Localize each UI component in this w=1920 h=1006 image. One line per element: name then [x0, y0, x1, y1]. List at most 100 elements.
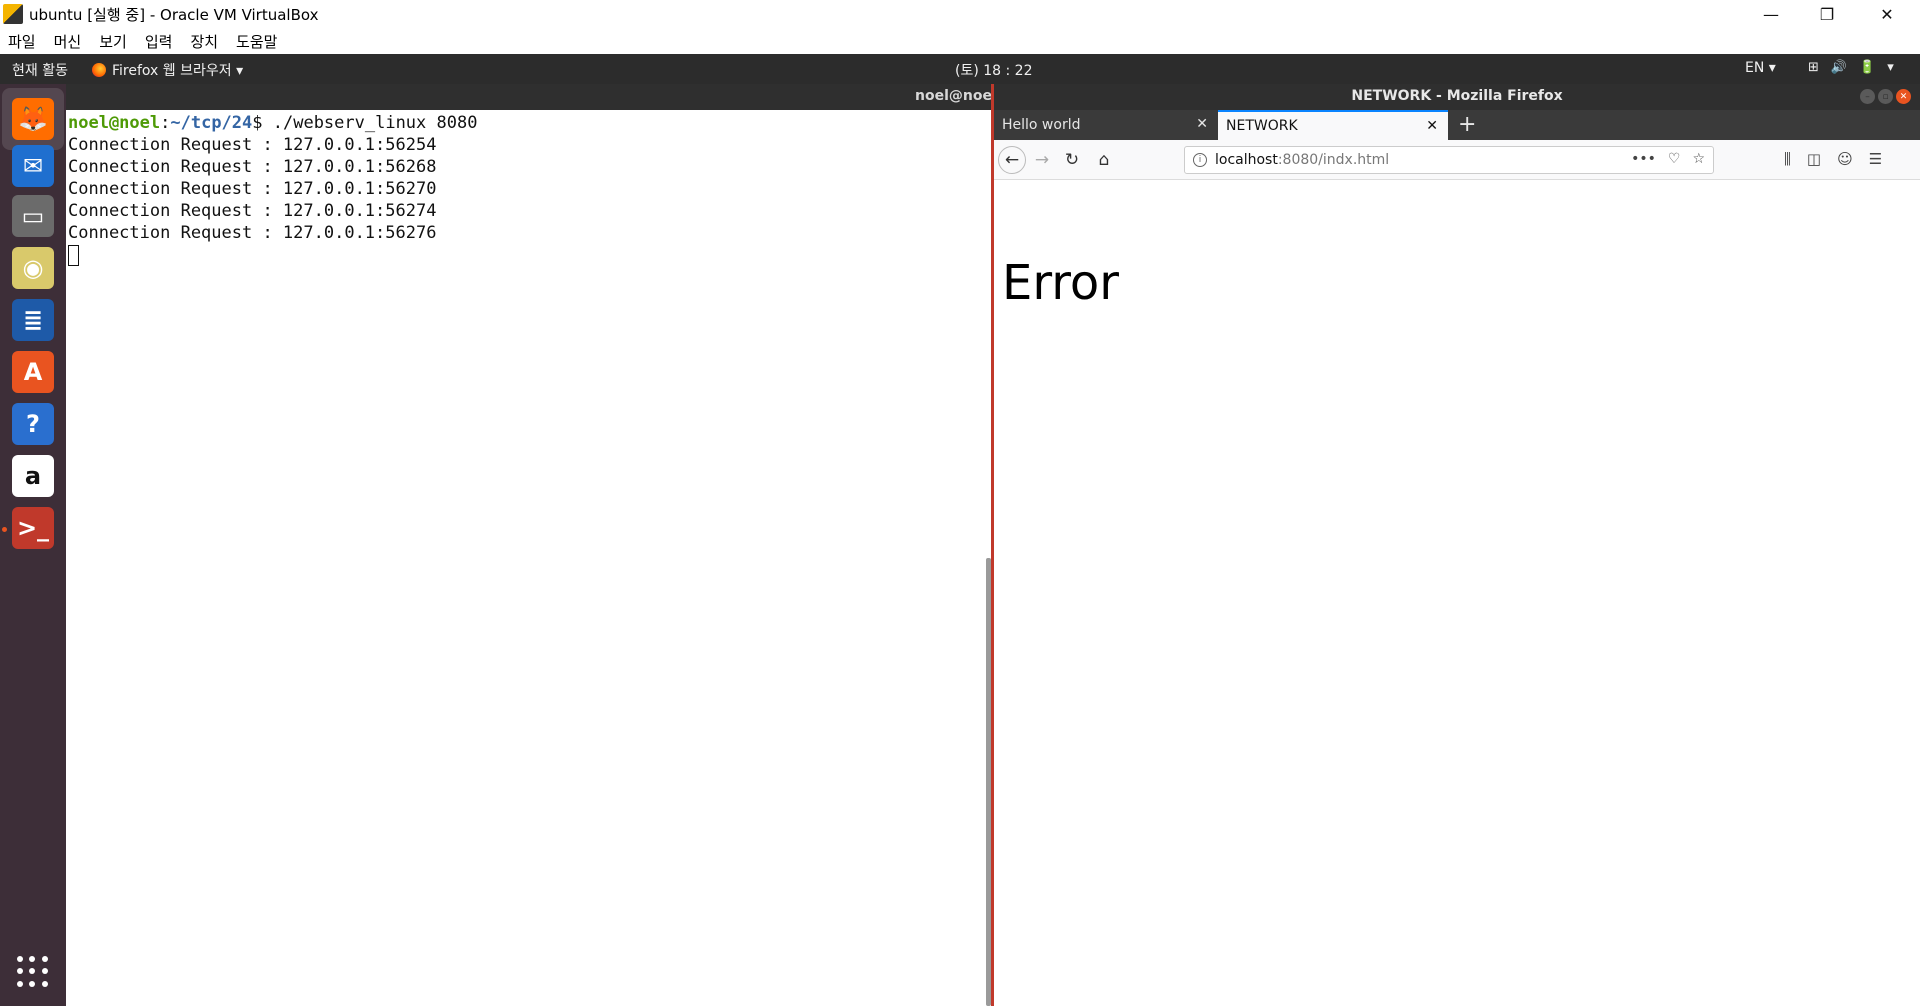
- grid-dot: [41, 980, 48, 987]
- dock-item[interactable]: ✉: [9, 142, 57, 190]
- close-button[interactable]: ✕: [1864, 0, 1910, 28]
- sidebar-icon[interactable]: ◫: [1807, 150, 1821, 168]
- dock-item[interactable]: A: [9, 348, 57, 396]
- url-path: :8080/indx.html: [1277, 152, 1390, 168]
- bookmark-star-icon[interactable]: ☆: [1692, 151, 1705, 167]
- dock-item[interactable]: ▭: [9, 192, 57, 240]
- account-icon[interactable]: ☺: [1837, 150, 1853, 168]
- battery-icon: 🔋: [1859, 60, 1876, 75]
- url-bar[interactable]: i localhost:8080/indx.html ••• ♡ ☆: [1184, 146, 1714, 174]
- dock: 🦊 ✉ ▭ ◉ ≣ A? a >_: [0, 84, 66, 1006]
- grid-dot: [29, 980, 36, 987]
- chevron-down-icon: ▾: [1887, 60, 1894, 75]
- info-icon[interactable]: i: [1193, 153, 1207, 167]
- hamburger-menu-icon[interactable]: ☰: [1869, 150, 1882, 168]
- language-indicator[interactable]: EN ▾: [1745, 60, 1776, 76]
- firefox-minimize-button[interactable]: –: [1860, 89, 1875, 104]
- terminal-titlebar: noel@noe: [66, 84, 992, 110]
- dock-item[interactable]: ?: [9, 400, 57, 448]
- firefox-icon: [92, 63, 106, 77]
- vbox-titlebar: ubuntu [실행 중] - Oracle VM VirtualBox — ❐…: [0, 0, 1920, 28]
- output-line: Connection Request : 127.0.0.1:56274: [68, 201, 437, 221]
- amazon-icon: a: [12, 455, 54, 497]
- volume-icon: 🔊: [1830, 60, 1848, 75]
- firefox-close-button[interactable]: ✕: [1896, 89, 1911, 104]
- url-host: localhost: [1215, 152, 1278, 168]
- prompt-colon: :: [160, 113, 171, 133]
- thunderbird-icon: ✉: [12, 145, 54, 187]
- menu-machine[interactable]: 머신: [54, 31, 82, 52]
- system-tray[interactable]: ⊞ 🔊 🔋 ▾: [1808, 60, 1894, 75]
- terminal-output[interactable]: noel@noel:~/tcp/24$ ./webserv_linux 8080…: [68, 112, 477, 266]
- grid-dot: [29, 956, 36, 962]
- virtualbox-icon: [3, 4, 23, 24]
- dock-item[interactable]: ◉: [9, 244, 57, 292]
- menu-devices[interactable]: 장치: [190, 31, 218, 52]
- dock-item[interactable]: 🦊: [2, 88, 64, 150]
- prompt-user: noel@noel: [68, 113, 161, 133]
- menu-file[interactable]: 파일: [8, 31, 36, 52]
- pocket-icon[interactable]: ♡: [1668, 151, 1681, 167]
- vbox-menubar: 파일 머신 보기 입력 장치 도움말: [0, 28, 1920, 54]
- tab-label: Hello world: [1002, 117, 1081, 133]
- output-line: Connection Request : 127.0.0.1:56276: [68, 223, 437, 243]
- show-applications-button[interactable]: [17, 956, 49, 988]
- reload-button[interactable]: ↻: [1058, 146, 1086, 174]
- grid-dot: [17, 968, 23, 975]
- grid-dot: [17, 980, 23, 987]
- text-cursor: [68, 245, 79, 266]
- help-icon: ?: [12, 403, 54, 445]
- firefox-icon: 🦊: [12, 98, 54, 140]
- grid-dot: [41, 956, 48, 962]
- activities-button[interactable]: 현재 활동: [12, 60, 68, 80]
- window-title: ubuntu [실행 중] - Oracle VM VirtualBox: [29, 5, 319, 24]
- back-button[interactable]: ←: [998, 146, 1026, 174]
- firefox-maximize-button[interactable]: ▫: [1878, 89, 1893, 104]
- page-heading: Error: [1002, 255, 1119, 311]
- minimize-button[interactable]: —: [1748, 0, 1794, 28]
- home-button[interactable]: ⌂: [1090, 146, 1118, 174]
- dock-item[interactable]: ≣: [9, 296, 57, 344]
- restore-button[interactable]: ❐: [1804, 0, 1850, 28]
- tab-strip: Hello world ✕ NETWORK ✕ +: [994, 110, 1920, 140]
- files-icon: ▭: [12, 195, 54, 237]
- grid-dot: [41, 968, 48, 975]
- dock-item[interactable]: a: [9, 452, 57, 500]
- grid-dot: [29, 968, 36, 975]
- network-icon: ⊞: [1808, 60, 1819, 75]
- firefox-titlebar: NETWORK - Mozilla Firefox – ▫ ✕: [994, 84, 1920, 110]
- dock-item[interactable]: >_: [9, 504, 57, 552]
- tab-hello-world[interactable]: Hello world ✕: [994, 110, 1218, 140]
- page-content: Error: [994, 181, 1920, 1006]
- rhythmbox-icon: ◉: [12, 247, 54, 289]
- firefox-window-title: NETWORK - Mozilla Firefox: [1351, 88, 1563, 104]
- page-actions-icon[interactable]: •••: [1631, 151, 1656, 167]
- software-center-icon: A: [12, 351, 54, 393]
- tab-label: NETWORK: [1226, 118, 1298, 134]
- menu-help[interactable]: 도움말: [236, 31, 277, 52]
- navigation-toolbar: ← → ↻ ⌂ i localhost:8080/indx.html ••• ♡…: [994, 140, 1920, 180]
- close-tab-icon[interactable]: ✕: [1196, 116, 1208, 132]
- new-tab-button[interactable]: +: [1458, 112, 1476, 137]
- grid-dot: [17, 956, 23, 962]
- url-actions: ••• ♡ ☆: [1631, 151, 1705, 167]
- tab-network[interactable]: NETWORK ✕: [1218, 110, 1448, 140]
- library-icon[interactable]: ⫼: [1784, 150, 1791, 168]
- forward-button[interactable]: →: [1028, 146, 1056, 174]
- terminal-title: noel@noe: [915, 88, 992, 104]
- terminal-window[interactable]: noel@noe noel@noel:~/tcp/24$ ./webserv_l…: [66, 84, 992, 1006]
- prompt-path: ~/tcp/24: [170, 113, 253, 133]
- terminal-icon: >_: [12, 507, 54, 549]
- prompt-dollar: $: [252, 113, 273, 133]
- ubuntu-topbar: 현재 활동 Firefox 웹 브라우저 ▾ (토) 18 : 22 EN ▾ …: [0, 54, 1920, 84]
- firefox-window: NETWORK - Mozilla Firefox – ▫ ✕ Hello wo…: [994, 84, 1920, 1006]
- output-line: Connection Request : 127.0.0.1:56254: [68, 135, 437, 155]
- menu-view[interactable]: 보기: [99, 31, 127, 52]
- close-tab-icon[interactable]: ✕: [1426, 118, 1438, 134]
- menu-input[interactable]: 입력: [145, 31, 173, 52]
- libreoffice-writer-icon: ≣: [12, 299, 54, 341]
- output-line: Connection Request : 127.0.0.1:56268: [68, 157, 437, 177]
- running-indicator: [2, 527, 7, 532]
- app-menu[interactable]: Firefox 웹 브라우저 ▾: [92, 60, 243, 80]
- clock[interactable]: (토) 18 : 22: [955, 60, 1033, 80]
